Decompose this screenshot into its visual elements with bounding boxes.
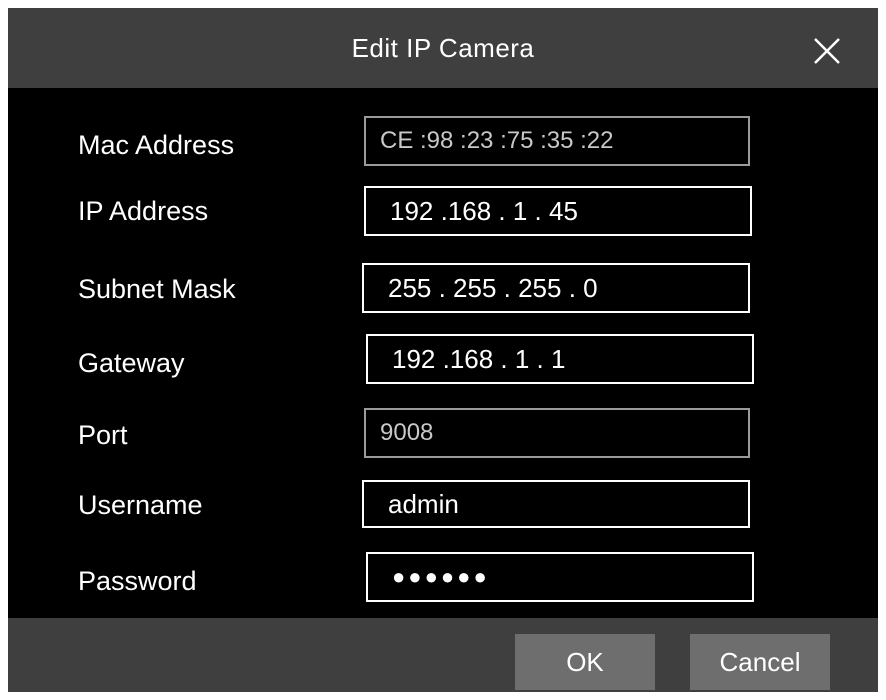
dialog-titlebar: Edit IP Camera — [8, 8, 878, 88]
password-label: Password — [78, 566, 197, 596]
ip-address-label: IP Address — [78, 196, 209, 226]
edit-ip-camera-dialog: Edit IP Camera Mac Address CE :98 :23 :7… — [8, 8, 878, 692]
ok-button[interactable]: OK — [515, 634, 655, 690]
port-field: 9008 — [364, 408, 750, 458]
mac-address-field: CE :98 :23 :75 :35 :22 — [364, 116, 750, 166]
username-label: Username — [78, 490, 203, 520]
port-label: Port — [78, 420, 128, 450]
subnet-mask-label: Subnet Mask — [78, 274, 236, 304]
gateway-label: Gateway — [78, 348, 185, 378]
mac-address-label: Mac Address — [78, 130, 235, 160]
cancel-button[interactable]: Cancel — [690, 634, 830, 690]
subnet-mask-field[interactable]: 255 . 255 . 255 . 0 — [362, 263, 750, 313]
password-field[interactable]: ●●●●●● — [366, 552, 754, 602]
close-icon[interactable] — [812, 36, 842, 66]
dialog-title: Edit IP Camera — [351, 33, 535, 63]
ip-address-field[interactable]: 192 .168 . 1 . 45 — [364, 186, 752, 236]
username-field[interactable]: admin — [362, 480, 750, 528]
dialog-footer: OK Cancel — [8, 618, 878, 692]
gateway-field[interactable]: 192 .168 . 1 . 1 — [366, 334, 754, 384]
